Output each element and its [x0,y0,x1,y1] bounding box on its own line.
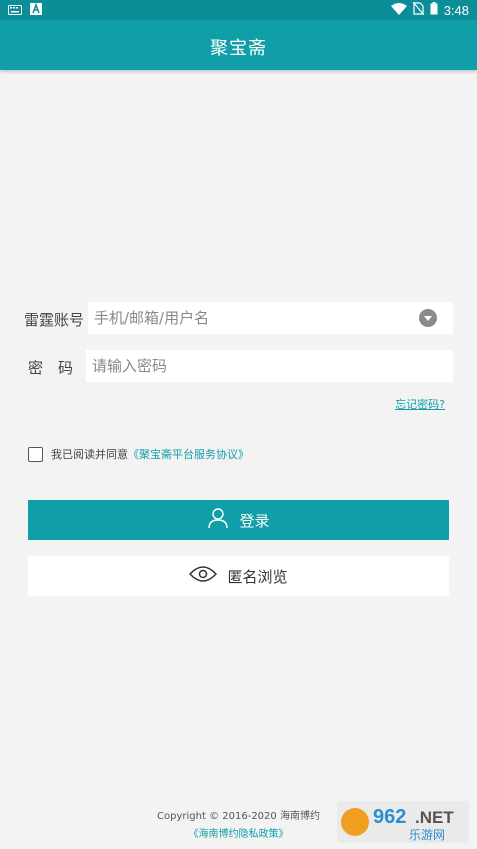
battery-icon [430,2,438,18]
watermark-tld: .NET [415,808,454,827]
wifi-icon [390,2,407,18]
anonymous-browse-button[interactable]: 匿名浏览 [28,556,449,596]
app-bar: 聚宝斋 [0,20,477,70]
no-sim-icon [412,1,425,18]
anonymous-browse-label: 匿名浏览 [227,568,288,586]
watermark-caption: 乐游网 [409,828,445,842]
account-input[interactable] [88,302,394,334]
password-label: 密 码 [28,359,74,377]
account-label: 雷霆账号 [24,311,85,329]
page-title: 聚宝斋 [210,38,267,59]
keyboard-icon [8,4,22,18]
agreement-text: 我已阅读并同意 [51,448,128,461]
site-watermark: 962 .NET 乐游网 [337,801,469,843]
status-bar: 3:48 [0,0,477,20]
password-field [86,350,453,382]
eye-icon [189,566,218,586]
password-input[interactable] [86,350,392,382]
user-icon [207,507,229,533]
agreement-checkbox[interactable] [28,446,43,462]
agreement-row: 我已阅读并同意 《聚宝斋平台服务协议》 [28,446,249,462]
account-field [88,302,453,334]
chevron-down-icon[interactable] [419,309,437,327]
a-notification-icon [30,2,42,18]
login-label: 登录 [239,512,270,530]
status-time: 3:48 [443,2,469,18]
copyright-text: Copyright © 2016-2020 海南博约 [157,811,320,822]
forgot-password-link[interactable]: 忘记密码? [395,396,445,412]
login-button[interactable]: 登录 [28,500,449,540]
watermark-number: 962 [373,806,406,828]
service-agreement-link[interactable]: 《聚宝斋平台服务协议》 [128,446,249,462]
